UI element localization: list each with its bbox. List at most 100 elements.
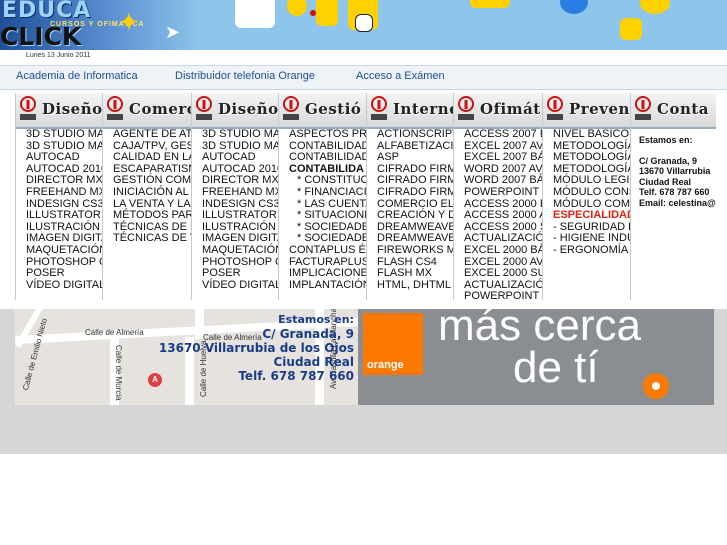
course-list: ASPECTOS PRÁCCONTABILIDADCONTABILIDADCON… (279, 128, 367, 292)
course-item[interactable]: ASPECTOS PRÁC (289, 128, 367, 141)
course-list: ACCESS 2007 BÁSEXCEL 2007 AVANEXCEL 2007… (454, 128, 543, 300)
course-item[interactable]: POSER (26, 268, 103, 280)
course-item[interactable]: NIVEL BÁSICO (553, 128, 631, 141)
panel-title: Diseño (42, 100, 103, 118)
panel-header[interactable]: Conta (631, 93, 716, 129)
fmi-logo-icon (371, 96, 387, 120)
contact-line: C/ Granada, 9 (639, 155, 698, 166)
course-item[interactable]: ACCESS 2000 AVA (464, 210, 543, 222)
course-panel: Ofimát ACCESS 2007 BÁSEXCEL 2007 AVANEXCE… (453, 93, 543, 300)
panel-header[interactable]: Diseño (192, 93, 279, 129)
course-item[interactable]: HTML, DHTML Y (377, 279, 454, 292)
fmi-logo-icon (107, 96, 123, 120)
contact-line: Estamos en: (639, 135, 693, 145)
panel-title: Comerc (129, 100, 192, 118)
panel-title: Diseño (218, 100, 279, 118)
decorative-shape (640, 0, 670, 14)
contact-line: Email: celestina@ (639, 197, 716, 208)
decorative-shape (310, 10, 316, 16)
course-item[interactable]: MAQUETACIÓN (202, 244, 279, 257)
course-item[interactable]: * FINANCIACI (289, 186, 367, 199)
course-panel: Conta Estamos en: C/ Granada, 9 13670 Villa… (630, 93, 716, 300)
course-item[interactable]: TÉCNICAS DE V (113, 233, 192, 245)
course-item[interactable]: POWERPOINT 20 (464, 291, 543, 300)
course-item[interactable]: ESPECIALIDAD (553, 210, 631, 222)
course-item[interactable]: ACCESS 2007 BÁS (464, 128, 543, 141)
course-item[interactable]: ILLUSTRATOR C (26, 210, 103, 222)
course-item[interactable]: EXCEL 2000 BÁSI (464, 244, 543, 257)
course-panel: Gestió ASPECTOS PRÁCCONTABILIDADCONTABILI… (278, 93, 367, 300)
decorative-shape (470, 0, 510, 8)
panel-header[interactable]: Diseño (16, 93, 103, 129)
header-banner: EDUCA CURSOS Y OFIMATICA CLICK ✦ ➤ (0, 0, 727, 50)
nav-link-examen[interactable]: Acceso a Exámen (356, 70, 445, 82)
orange-banner[interactable]: orange más cerca de tí (358, 309, 714, 405)
logo-top-text: EDUCA (2, 0, 92, 23)
panel-header[interactable]: Ofimát (454, 93, 543, 129)
course-item[interactable]: * SITUACIONE (289, 210, 367, 222)
course-item[interactable]: MÉTODOS PARA (113, 210, 192, 222)
course-item[interactable]: FIREWORKS MX (377, 244, 454, 257)
decorative-shape (620, 18, 642, 40)
decorative-shape (287, 0, 307, 16)
course-item[interactable]: 3D STUDIO MAX (202, 128, 279, 141)
panel-title: Prevenc (569, 100, 631, 118)
course-item[interactable]: POSER (202, 268, 279, 280)
course-list: 3D STUDIO MAX3D STUDIO MAXAUTOCADAUTOCAD… (16, 128, 103, 292)
map-road-label: Calle de Murcia (114, 345, 123, 401)
course-item[interactable]: VÍDEO DIGITAL (202, 279, 279, 292)
educa-click-logo[interactable]: EDUCA CURSOS Y OFIMATICA CLICK ✦ ➤ (0, 0, 200, 50)
course-list: AGENTE DE ATECAJA/TPV, GESTICALIDAD EN L… (103, 128, 192, 245)
course-list: NIVEL BÁSICO METODOLOGÍA METODOLOGÍA METODO… (543, 128, 631, 257)
panel-title: Ofimát (480, 100, 541, 118)
logo-bottom-text: CLICK (0, 22, 82, 50)
orange-slogan-line2: de tí (513, 343, 599, 392)
course-item[interactable]: CONTAPLUS ÉL (289, 244, 367, 257)
course-item[interactable]: AGENTE DE ATE (113, 128, 192, 141)
nav-link-orange[interactable]: Distribuidor telefonia Orange (175, 70, 315, 82)
map-heading: Estamos en: (278, 313, 354, 326)
course-item[interactable]: VÍDEO DIGITAL (26, 279, 103, 292)
orange-logo: orange (363, 313, 423, 375)
course-item[interactable]: FLASH MX (377, 268, 454, 280)
course-item[interactable]: EXCEL 2000 SUPE (464, 268, 543, 280)
course-item[interactable]: - ERGONOMÍA Y (553, 244, 631, 257)
right-gray-strip (714, 309, 727, 405)
course-item[interactable]: ACTIONSCRIPT (377, 128, 454, 141)
decorative-shape (560, 0, 588, 14)
panel-header[interactable]: Comerc (103, 93, 192, 129)
map-address: Estamos en: C/ Granada, 9 13670 Villarru… (159, 313, 354, 383)
course-item[interactable]: IMPLICACIONES (289, 268, 367, 280)
footer-band (0, 405, 727, 454)
course-item[interactable]: IMPLANTACIÓN (289, 279, 367, 292)
decorative-shape (355, 14, 373, 32)
fmi-logo-icon (196, 96, 212, 120)
course-item[interactable]: 3D STUDIO MAX (26, 128, 103, 141)
location-map-banner[interactable]: Calle de Almería Calle de Almería Calle … (15, 309, 358, 405)
course-panel: Comerc AGENTE DE ATECAJA/TPV, GESTICALIDA… (102, 93, 192, 300)
course-item[interactable]: CREACIÓN Y DI (377, 210, 454, 222)
panel-header[interactable]: Interne (367, 93, 454, 129)
course-item[interactable]: INICIACIÓN AL (113, 186, 192, 199)
map-phone: Telf. 678 787 660 (238, 369, 354, 383)
panel-header[interactable]: Prevenc (543, 93, 631, 129)
course-item[interactable]: MAQUETACIÓN (26, 244, 103, 257)
course-panel: Prevenc NIVEL BÁSICOMETODOLOGÍAMETODOLOGÍ… (542, 93, 631, 300)
orange-brand-text: orange (367, 359, 404, 371)
map-street: C/ Granada, 9 (262, 327, 354, 341)
course-item[interactable]: FREEHAND MX (26, 186, 103, 199)
course-item[interactable]: CIFRADO FIRM (377, 186, 454, 199)
top-navigation: Academia de Informatica Distribuidor tel… (0, 65, 727, 90)
nav-link-academia[interactable]: Academia de Informatica (16, 70, 138, 82)
course-item[interactable]: FREEHAND MX (202, 186, 279, 199)
panel-title: Gestió (305, 100, 362, 118)
panel-header[interactable]: Gestió (279, 93, 367, 129)
panel-title: Interne (393, 100, 454, 118)
star-icon: ✦ (118, 8, 140, 38)
course-item[interactable]: POWERPOINT 20 (464, 186, 543, 199)
contact-line: Ciudad Real (639, 176, 692, 187)
course-item[interactable]: ILLUSTRATOR C (202, 210, 279, 222)
course-item[interactable]: MÓDULO CONS (553, 186, 631, 199)
course-panels: Diseño 3D STUDIO MAX3D STUDIO MAXAUTOCADA… (15, 93, 716, 300)
course-list: 3D STUDIO MAX3D STUDIO MAXAUTOCADAUTOCAD… (192, 128, 279, 292)
